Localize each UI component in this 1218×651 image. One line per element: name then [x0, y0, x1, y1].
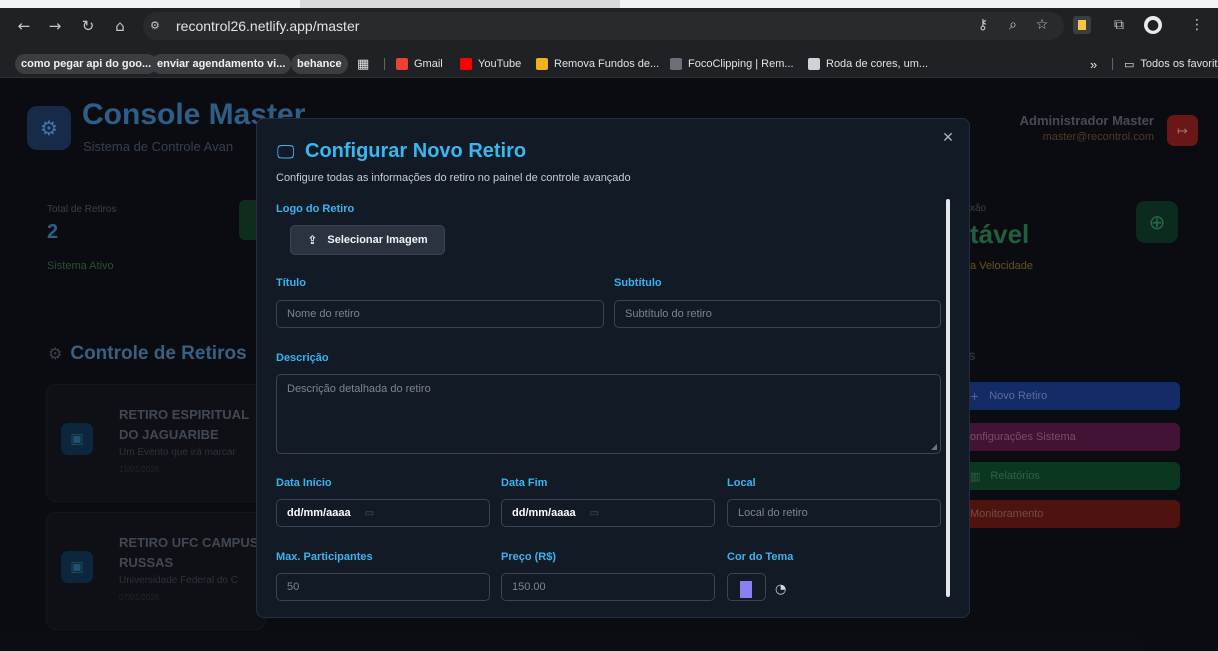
gmail-icon — [396, 58, 408, 70]
calendar-icon[interactable]: ▭ — [590, 508, 599, 519]
fococlipping-icon — [670, 58, 682, 70]
upload-icon: ⇪ — [307, 233, 318, 247]
end-date-input[interactable]: dd/mm/aaaa ▭ — [501, 499, 715, 527]
calendar-icon[interactable]: ▭ — [365, 508, 374, 519]
home-icon[interactable]: ⌂ — [109, 15, 131, 37]
new-retreat-modal: ✕ 🖵 Configurar Novo Retiro Configure tod… — [256, 118, 970, 618]
location-input[interactable]: Local do retiro — [727, 499, 941, 527]
folder-icon: ▭ — [1124, 57, 1135, 71]
zoom-icon[interactable]: ⌕ — [1004, 16, 1022, 34]
palette-icon[interactable]: ◔ — [775, 582, 786, 597]
theme-color-label: Cor do Tema — [727, 551, 794, 563]
removebg-icon — [536, 58, 548, 70]
bookmark-item[interactable]: como pegar api do goo... — [15, 54, 158, 74]
menu-dots-icon[interactable]: ⋮ — [1188, 16, 1206, 34]
start-date-input[interactable]: dd/mm/aaaa ▭ — [276, 499, 490, 527]
resize-grip-icon[interactable]: ◢ — [931, 442, 937, 451]
tab-strip — [0, 0, 1218, 8]
location-label: Local — [727, 477, 756, 489]
subtitle-label: Subtítulo — [614, 277, 662, 289]
reload-icon[interactable]: ↻ — [77, 15, 99, 37]
title-input[interactable]: Nome do retiro — [276, 300, 604, 328]
apps-grid-icon[interactable]: ▦ — [357, 54, 369, 74]
url-text[interactable]: recontrol26.netlify.app/master — [176, 18, 359, 34]
forward-icon[interactable]: → — [44, 15, 66, 37]
bookmarks-bar: como pegar api do goo... enviar agendame… — [0, 50, 1218, 78]
close-icon[interactable]: ✕ — [939, 129, 957, 147]
password-key-icon[interactable]: ⚷ — [974, 16, 992, 34]
description-textarea[interactable]: Descrição detalhada do retiro ◢ — [276, 374, 941, 454]
modal-scrollbar[interactable] — [946, 199, 950, 597]
bookmark-separator — [1112, 58, 1113, 70]
bookmark-colorwheel[interactable]: Roda de cores, um... — [808, 54, 928, 74]
bookmark-item[interactable]: enviar agendamento vi... — [151, 54, 292, 74]
active-tab-indicator — [300, 0, 620, 8]
logo-label: Logo do Retiro — [276, 203, 355, 215]
modal-title: Configurar Novo Retiro — [305, 140, 527, 162]
monitor-icon: 🖵 — [277, 142, 295, 163]
bookmark-gmail[interactable]: Gmail — [396, 54, 443, 74]
bookmark-removebg[interactable]: Remova Fundos de... — [536, 54, 659, 74]
bookmark-separator — [384, 58, 385, 70]
bookmark-item[interactable]: behance — [291, 54, 348, 74]
end-date-label: Data Fim — [501, 477, 548, 489]
subtitle-input[interactable]: Subtítulo do retiro — [614, 300, 941, 328]
start-date-label: Data Início — [276, 477, 332, 489]
site-info-icon[interactable]: ⚙ — [150, 19, 166, 33]
bookmarks-more-icon[interactable]: » — [1090, 54, 1097, 74]
extensions-puzzle-icon[interactable]: ⧉ — [1110, 16, 1128, 34]
max-participants-label: Max. Participantes — [276, 551, 373, 563]
price-input[interactable]: 150.00 — [501, 573, 715, 601]
back-icon[interactable]: ← — [13, 15, 35, 37]
max-participants-input[interactable]: 50 — [276, 573, 490, 601]
description-label: Descrição — [276, 352, 329, 364]
bookmark-star-icon[interactable]: ☆ — [1033, 16, 1051, 34]
modal-description: Configure todas as informações do retiro… — [276, 172, 631, 184]
price-label: Preço (R$) — [501, 551, 557, 563]
title-label: Título — [276, 277, 306, 289]
youtube-icon — [460, 58, 472, 70]
theme-color-swatch[interactable] — [740, 581, 752, 598]
bookmark-fococlipping[interactable]: FocoClipping | Rem... — [670, 54, 794, 74]
colorwheel-icon — [808, 58, 820, 70]
bookmark-youtube[interactable]: YouTube — [460, 54, 521, 74]
profile-avatar-icon[interactable]: ● — [1144, 16, 1162, 34]
select-image-button[interactable]: ⇪ Selecionar Imagem — [290, 225, 445, 255]
all-favorites[interactable]: ▭Todos os favoritos — [1124, 54, 1218, 74]
extension-icon[interactable] — [1073, 16, 1091, 34]
